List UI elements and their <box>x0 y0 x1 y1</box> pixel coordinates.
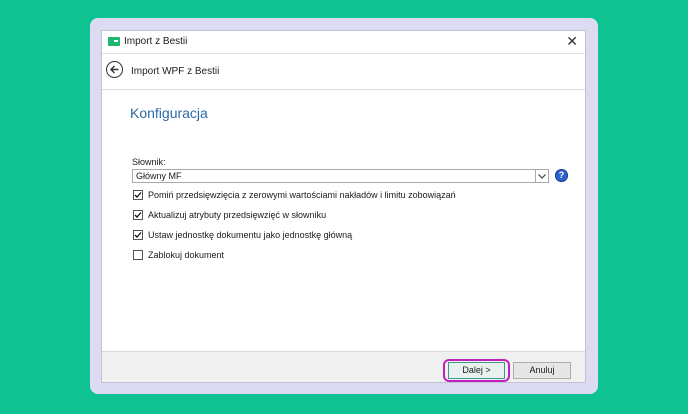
dictionary-value: Główny MF <box>136 171 182 181</box>
app-icon <box>108 37 120 46</box>
checkbox[interactable] <box>133 210 143 220</box>
help-icon[interactable]: ? <box>555 169 568 182</box>
dialog-window: Import z Bestii ✕ Import WPF z Bestii Ko… <box>101 30 586 383</box>
wizard-title: Import WPF z Bestii <box>131 66 220 77</box>
section-heading: Konfiguracja <box>130 105 208 121</box>
checkbox[interactable] <box>133 190 143 200</box>
option-label: Aktualizuj atrybuty przedsięwzięć w słow… <box>148 210 327 220</box>
checkbox[interactable] <box>133 250 143 260</box>
title-bar: Import z Bestii ✕ <box>102 31 585 54</box>
next-button[interactable]: Dalej > <box>448 362 505 379</box>
option-label: Pomiń przedsięwzięcia z zerowymi wartośc… <box>148 190 456 200</box>
checkbox[interactable] <box>133 230 143 240</box>
wizard-content: Konfiguracja Słownik: Główny MF ? Pomiń … <box>102 89 585 351</box>
window-title: Import z Bestii <box>124 36 188 47</box>
screenshot-frame: Import z Bestii ✕ Import WPF z Bestii Ko… <box>90 18 598 394</box>
dialog-footer: Dalej > Anuluj <box>102 351 585 382</box>
wizard-header: Import WPF z Bestii <box>102 54 585 90</box>
option-label: Zablokuj dokument <box>148 250 225 260</box>
chevron-down-icon[interactable] <box>535 170 548 182</box>
dictionary-label: Słownik: <box>132 157 166 167</box>
back-arrow-icon[interactable] <box>106 61 123 78</box>
option-label: Ustaw jednostkę dokumentu jako jednostkę… <box>148 230 353 240</box>
close-icon[interactable]: ✕ <box>566 33 578 49</box>
cancel-button[interactable]: Anuluj <box>513 362 571 379</box>
dictionary-select[interactable]: Główny MF <box>132 169 549 183</box>
